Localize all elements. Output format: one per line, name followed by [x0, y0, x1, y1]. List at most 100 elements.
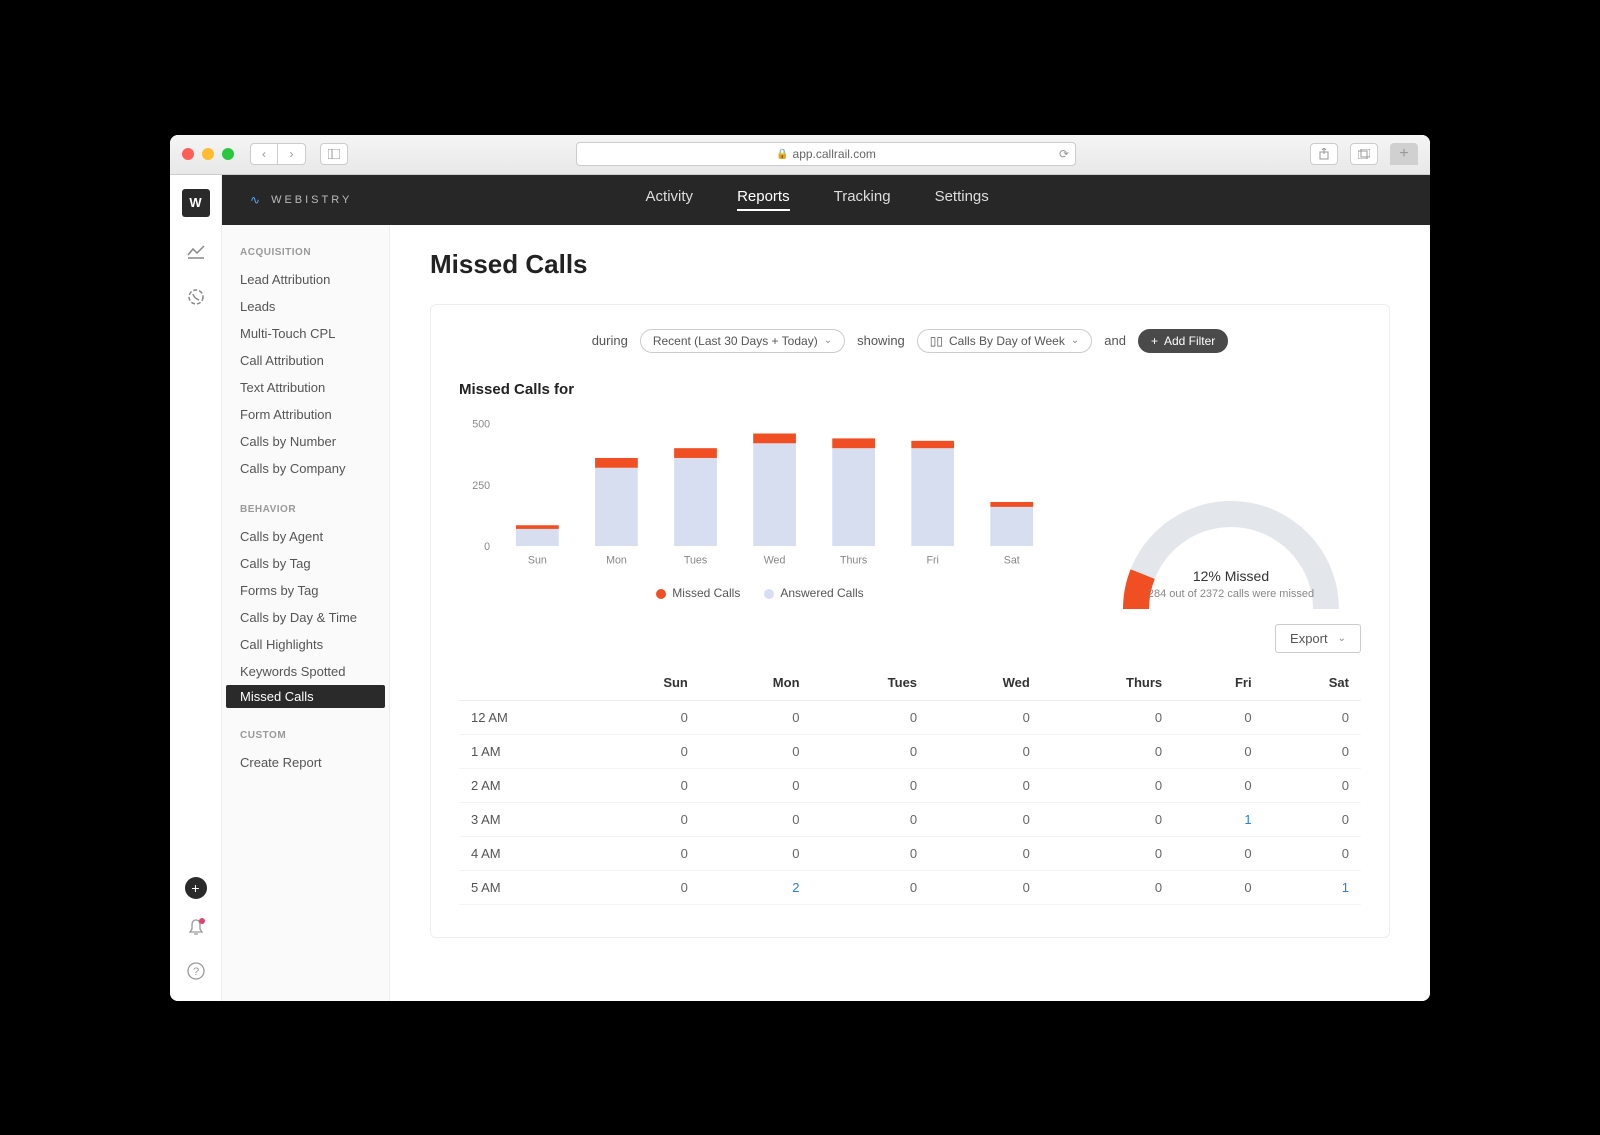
- sidebar-item[interactable]: Forms by Tag: [222, 577, 389, 604]
- table-header: Tues: [812, 665, 930, 701]
- add-filter-button[interactable]: + Add Filter: [1138, 329, 1228, 353]
- chevron-down-icon: ⌄: [1071, 335, 1079, 346]
- table-cell: 0: [593, 870, 700, 904]
- sidebar-item[interactable]: Call Highlights: [222, 631, 389, 658]
- date-range-selector[interactable]: Recent (Last 30 Days + Today)⌄: [640, 329, 845, 353]
- table-header: Thurs: [1042, 665, 1174, 701]
- nav-activity[interactable]: Activity: [646, 188, 694, 211]
- window-controls: [182, 148, 234, 160]
- reports-sidebar: ACQUISITION Lead Attribution Leads Multi…: [222, 225, 390, 1001]
- sidebar-item[interactable]: Call Attribution: [222, 347, 389, 374]
- refresh-icon[interactable]: ⟳: [1059, 147, 1069, 161]
- sidebar-heading-acquisition: ACQUISITION: [222, 247, 389, 266]
- back-button[interactable]: ‹: [250, 143, 278, 165]
- calls-icon[interactable]: [187, 288, 205, 311]
- add-button[interactable]: +: [185, 877, 207, 899]
- table-cell: 0: [1042, 870, 1174, 904]
- table-cell: 0: [929, 870, 1042, 904]
- hourly-table: SunMonTuesWedThursFriSat 12 AM00000001 A…: [459, 665, 1361, 905]
- table-cell: 0: [700, 768, 812, 802]
- table-cell: 0: [1264, 734, 1361, 768]
- table-cell: 0: [812, 700, 930, 734]
- sidebar-item[interactable]: Calls by Day & Time: [222, 604, 389, 631]
- table-cell: 0: [700, 700, 812, 734]
- svg-text:?: ?: [192, 966, 198, 978]
- sidebar-item[interactable]: Calls by Company: [222, 455, 389, 482]
- top-nav: Activity Reports Tracking Settings: [646, 188, 989, 211]
- sidebar-item[interactable]: Calls by Tag: [222, 550, 389, 577]
- notifications-icon[interactable]: [188, 919, 204, 942]
- app-logo[interactable]: W: [182, 189, 210, 217]
- maximize-window-icon[interactable]: [222, 148, 234, 160]
- view-selector[interactable]: ▯▯ Calls By Day of Week⌄: [917, 329, 1092, 353]
- table-cell: 0: [929, 802, 1042, 836]
- table-cell: 0: [593, 734, 700, 768]
- table-cell: 0: [1042, 768, 1174, 802]
- sidebar-item[interactable]: Keywords Spotted: [222, 658, 389, 685]
- missed-gauge: 12% Missed 284 out of 2372 calls were mi…: [1101, 489, 1361, 600]
- table-cell: 0: [1174, 700, 1263, 734]
- sidebar-item-missed-calls[interactable]: Missed Calls: [226, 685, 385, 708]
- share-button[interactable]: [1310, 143, 1338, 165]
- sidebar-item[interactable]: Lead Attribution: [222, 266, 389, 293]
- svg-text:Sat: Sat: [1004, 554, 1020, 566]
- table-cell: 0: [812, 802, 930, 836]
- lock-icon: 🔒: [776, 149, 788, 160]
- tabs-button[interactable]: [1350, 143, 1378, 165]
- table-cell: 0: [1174, 768, 1263, 802]
- svg-text:Tues: Tues: [684, 554, 707, 566]
- table-row: 12 AM0000000: [459, 700, 1361, 734]
- table-cell: 0: [812, 768, 930, 802]
- minimize-window-icon[interactable]: [202, 148, 214, 160]
- close-window-icon[interactable]: [182, 148, 194, 160]
- sidebar-item[interactable]: Calls by Agent: [222, 523, 389, 550]
- sidebar-item[interactable]: Calls by Number: [222, 428, 389, 455]
- sidebar-item[interactable]: Form Attribution: [222, 401, 389, 428]
- page-title: Missed Calls: [430, 249, 1390, 280]
- table-row: 5 AM0200001: [459, 870, 1361, 904]
- svg-text:Mon: Mon: [606, 554, 627, 566]
- table-cell: 0: [1264, 802, 1361, 836]
- bar-chart-svg: 0250500SunMonTuesWedThursFriSat: [459, 414, 1061, 569]
- sidebar-item[interactable]: Text Attribution: [222, 374, 389, 401]
- url-text: app.callrail.com: [793, 147, 876, 161]
- nav-settings[interactable]: Settings: [935, 188, 989, 211]
- export-button[interactable]: Export⌄: [1275, 624, 1361, 653]
- table-cell[interactable]: 1: [1264, 870, 1361, 904]
- table-row: 3 AM0000010: [459, 802, 1361, 836]
- svg-text:Thurs: Thurs: [840, 554, 867, 566]
- table-cell: 0: [1042, 802, 1174, 836]
- table-header: Fri: [1174, 665, 1263, 701]
- svg-text:Fri: Fri: [926, 554, 938, 566]
- table-cell: 0: [1174, 836, 1263, 870]
- sidebar-item[interactable]: Multi-Touch CPL: [222, 320, 389, 347]
- brand: ∿WEBISTRY: [250, 193, 352, 207]
- sidebar-item[interactable]: Leads: [222, 293, 389, 320]
- legend-missed: Missed Calls: [656, 586, 740, 600]
- table-header: Wed: [929, 665, 1042, 701]
- filter-label-during: during: [592, 333, 628, 348]
- browser-sidebar-button[interactable]: [320, 143, 348, 165]
- sidebar-item[interactable]: Create Report: [222, 749, 389, 776]
- table-cell[interactable]: 1: [1174, 802, 1263, 836]
- table-header: [459, 665, 593, 701]
- table-cell: 0: [593, 768, 700, 802]
- help-icon[interactable]: ?: [187, 962, 205, 985]
- table-cell[interactable]: 2: [700, 870, 812, 904]
- table-cell: 0: [1174, 870, 1263, 904]
- browser-toolbar: ‹ › 🔒 app.callrail.com ⟳ +: [170, 135, 1430, 175]
- address-bar[interactable]: 🔒 app.callrail.com ⟳: [576, 142, 1076, 166]
- analytics-icon[interactable]: [187, 245, 205, 264]
- nav-tracking[interactable]: Tracking: [834, 188, 891, 211]
- table-cell: 0: [812, 734, 930, 768]
- chart-legend: Missed Calls Answered Calls: [459, 586, 1061, 600]
- forward-button[interactable]: ›: [278, 143, 306, 165]
- missed-calls-bar-chart: 0250500SunMonTuesWedThursFriSat Missed C…: [459, 414, 1061, 600]
- table-cell: 0: [812, 870, 930, 904]
- table-cell: 0: [929, 768, 1042, 802]
- bar-chart-icon: ▯▯: [930, 334, 943, 348]
- table-row: 1 AM0000000: [459, 734, 1361, 768]
- nav-reports[interactable]: Reports: [737, 188, 790, 211]
- new-tab-button[interactable]: +: [1390, 143, 1418, 165]
- table-cell: 0: [1042, 700, 1174, 734]
